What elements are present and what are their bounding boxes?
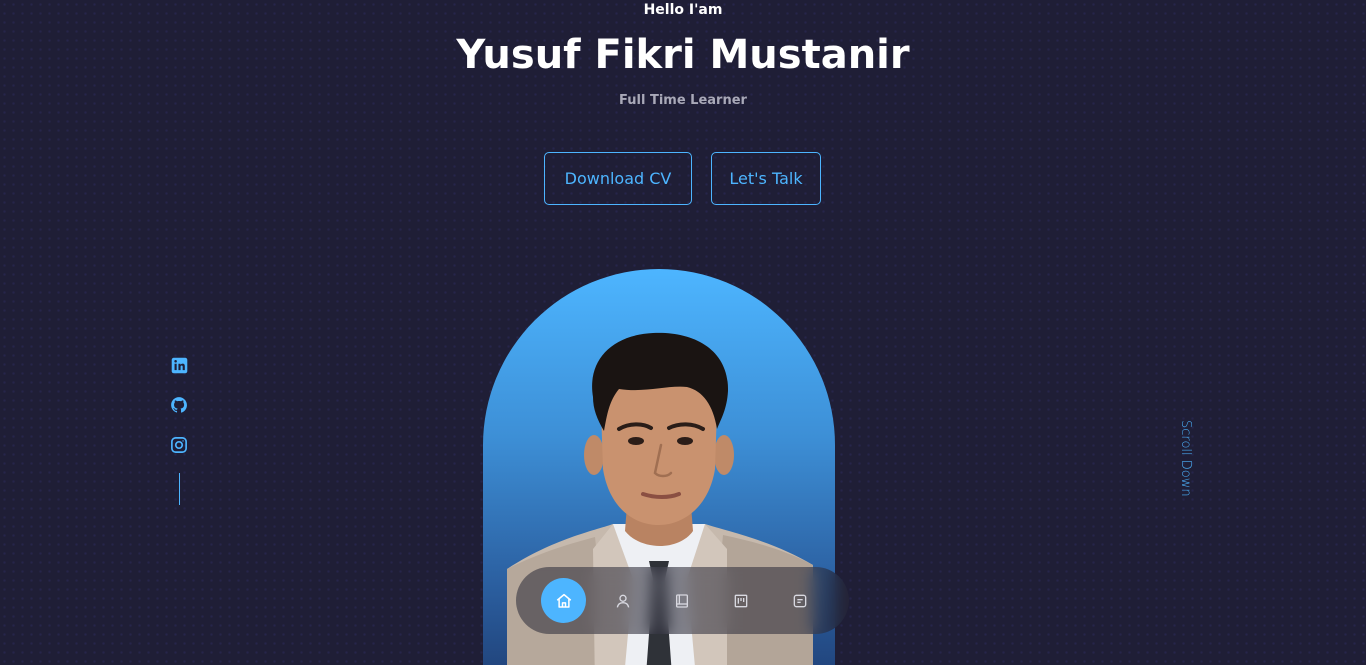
hero-subtitle: Full Time Learner (619, 93, 747, 108)
nav-portfolio[interactable] (718, 578, 763, 623)
nav-experience[interactable] (659, 578, 704, 623)
hero-greeting: Hello I'am (643, 2, 723, 18)
bottom-nav (516, 567, 849, 634)
message-icon (793, 594, 806, 607)
scroll-down-link[interactable]: Scroll Down (1178, 420, 1193, 497)
user-icon (616, 594, 629, 608)
nav-about[interactable] (600, 578, 645, 623)
instagram-icon (171, 437, 187, 453)
download-cv-button[interactable]: Download CV (544, 152, 692, 205)
nav-home[interactable] (541, 578, 586, 623)
book-icon (675, 593, 688, 608)
github-link[interactable] (169, 395, 189, 415)
nav-contact[interactable] (777, 578, 822, 623)
hero-name: Yusuf Fikri Mustanir (456, 32, 910, 78)
linkedin-link[interactable] (169, 355, 189, 375)
page: Hello I'am Yusuf Fikri Mustanir Full Tim… (0, 0, 1366, 665)
linkedin-icon (171, 357, 187, 373)
home-icon (556, 593, 571, 608)
social-divider-line (178, 473, 180, 505)
github-icon (171, 397, 187, 413)
lets-talk-button[interactable]: Let's Talk (711, 152, 821, 205)
social-links (168, 355, 190, 505)
portfolio-icon (734, 594, 747, 607)
instagram-link[interactable] (169, 435, 189, 455)
